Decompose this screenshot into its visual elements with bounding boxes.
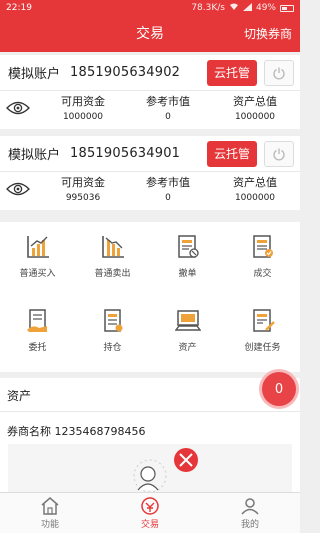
tab-trade[interactable]: 交易	[120, 497, 180, 530]
cancel-order-button[interactable]: 撤单	[150, 234, 225, 279]
power-button[interactable]	[264, 141, 294, 167]
account-header: 模拟账户 1851905634902 云托管	[0, 55, 300, 91]
assets-title: 资产	[7, 389, 32, 403]
cloud-hosting-button[interactable]: 云托管	[207, 141, 257, 167]
wifi-icon	[229, 3, 239, 14]
create-task-button[interactable]: 创建任务	[225, 308, 300, 353]
asset-icon	[174, 310, 201, 331]
account-card: 模拟账户 1851905634902 云托管 可用资金 1000000 参考市值…	[0, 55, 300, 129]
assets-section: 资产 券商名称 1235468798456	[0, 378, 300, 493]
sell-button[interactable]: 普通卖出	[75, 234, 150, 279]
app-header: 交易 切换券商	[0, 16, 300, 52]
trade-icon	[141, 497, 159, 515]
floating-count-badge[interactable]: 0	[262, 372, 296, 406]
bottom-tab-bar: 功能 交易 我的	[0, 492, 300, 533]
account-name: 模拟账户	[8, 148, 61, 163]
function-grid: 普通买入 普通卖出 撤单 成交 委托 持仓 资产 创建任务	[0, 222, 300, 372]
status-bar: 22:19 78.3K/s 49%	[0, 0, 300, 16]
stat-total-assets: 资产总值 1000000	[233, 95, 277, 122]
stat-total-assets: 资产总值 1000000	[233, 176, 277, 203]
entrust-icon	[26, 309, 47, 332]
switch-broker-button[interactable]: 切换券商	[244, 16, 292, 52]
tab-mine[interactable]: 我的	[220, 497, 280, 530]
account-number: 1851905634901	[70, 146, 181, 161]
entrust-button[interactable]: 委托	[0, 308, 75, 353]
position-icon	[103, 309, 122, 332]
signal-icon	[242, 2, 252, 14]
battery-percent: 49%	[255, 3, 276, 13]
home-icon	[41, 497, 59, 515]
stat-available-funds: 可用资金 995036	[61, 176, 105, 203]
create-task-icon	[252, 309, 275, 332]
buy-button[interactable]: 普通买入	[0, 234, 75, 279]
account-card: 模拟账户 1851905634901 云托管 可用资金 995036 参考市值 …	[0, 136, 300, 210]
stat-market-value: 参考市值 0	[146, 95, 190, 122]
empty-state-illustration	[8, 444, 292, 493]
account-name: 模拟账户	[8, 67, 61, 82]
cancel-order-icon	[177, 235, 199, 258]
eye-icon[interactable]	[6, 181, 30, 201]
sell-chart-icon	[101, 236, 124, 258]
battery-icon	[280, 4, 294, 12]
divider	[0, 411, 300, 412]
buy-chart-icon	[26, 236, 49, 258]
power-button[interactable]	[264, 60, 294, 86]
stat-market-value: 参考市值 0	[146, 176, 190, 203]
position-button[interactable]: 持仓	[75, 308, 150, 353]
network-speed: 78.3K/s	[191, 3, 225, 13]
status-system-icons: 78.3K/s 49%	[191, 2, 294, 14]
broker-name: 券商名称 1235468798456	[7, 425, 146, 438]
power-icon	[273, 67, 285, 80]
stat-available-funds: 可用资金 1000000	[61, 95, 105, 122]
account-stats: 可用资金 1000000 参考市值 0 资产总值 1000000	[0, 91, 300, 129]
cloud-hosting-button[interactable]: 云托管	[207, 60, 257, 86]
eye-icon[interactable]	[6, 100, 30, 120]
account-number: 1851905634902	[70, 65, 181, 80]
power-icon	[273, 148, 285, 161]
asset-button[interactable]: 资产	[150, 308, 225, 353]
deal-icon	[252, 235, 273, 258]
user-icon	[241, 498, 259, 515]
tab-function[interactable]: 功能	[20, 497, 80, 530]
account-header: 模拟账户 1851905634901 云托管	[0, 136, 300, 172]
status-time: 22:19	[6, 3, 32, 13]
account-stats: 可用资金 995036 参考市值 0 资产总值 1000000	[0, 172, 300, 210]
deal-button[interactable]: 成交	[225, 234, 300, 279]
